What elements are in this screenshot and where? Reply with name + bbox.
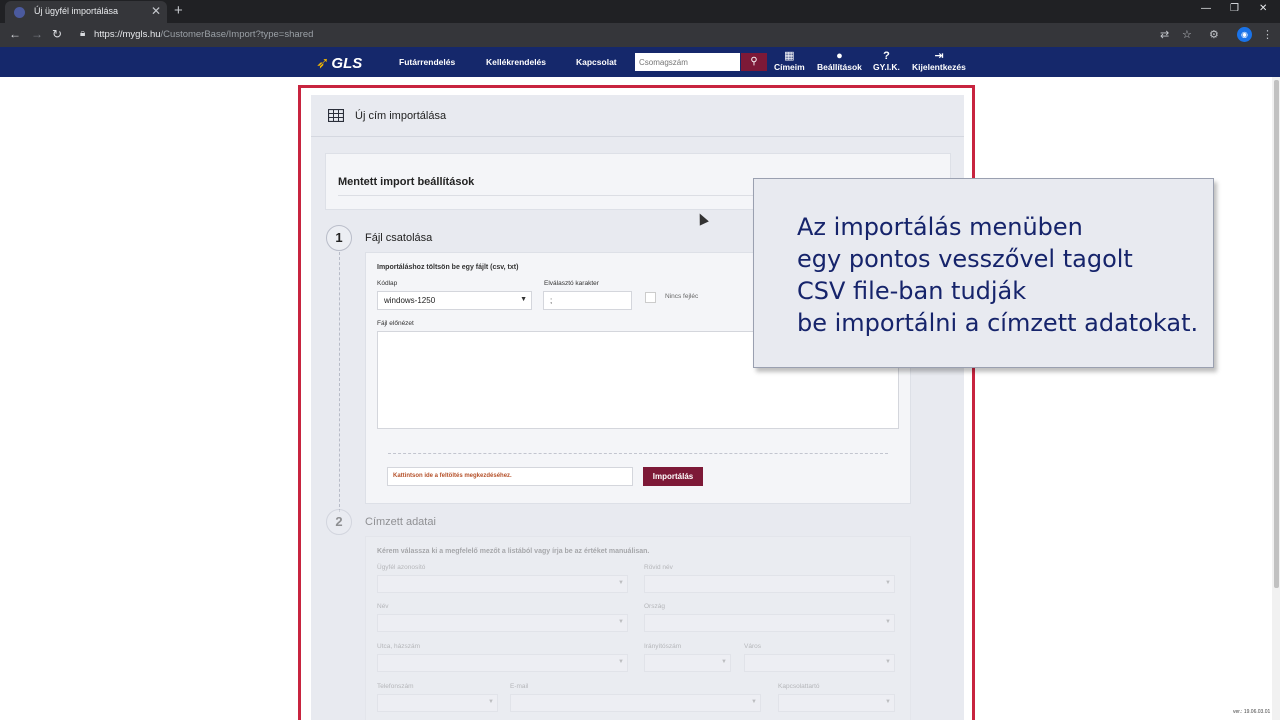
callout-line-2: egy pontos vesszővel tagolt (797, 245, 1133, 273)
url-path: /CustomerBase/Import?type=shared (160, 29, 314, 40)
logo-swoosh-icon: ➶ (316, 55, 330, 72)
nav-addresses[interactable]: ▦ Címeim (774, 50, 805, 72)
site-navbar: ➶ GLS Futárrendelés Kellékrendelés Kapcso… (0, 47, 1280, 77)
nav-link-supplies-order[interactable]: Kellékrendelés (486, 57, 546, 67)
parcel-search-input[interactable] (635, 53, 740, 71)
nav-faq-label: GY.I.K. (873, 62, 900, 72)
extension-icon[interactable]: ⚙ (1209, 28, 1219, 41)
nav-addresses-label: Címeim (774, 62, 805, 72)
scrollbar-thumb[interactable] (1274, 80, 1279, 588)
translate-icon[interactable]: ⇄ (1160, 28, 1169, 41)
nav-link-contact[interactable]: Kapcsolat (576, 57, 617, 67)
minimize-button[interactable]: — (1201, 3, 1211, 14)
url-text: https://mygls.hu/CustomerBase/Import?typ… (94, 29, 313, 40)
callout-line-3: CSV file-ban tudják (797, 277, 1027, 305)
back-icon[interactable]: ← (9, 27, 21, 41)
nav-link-courier-order[interactable]: Futárrendelés (399, 57, 455, 67)
tutorial-callout: Az importálás menüben egy pontos vesszőv… (753, 178, 1214, 368)
browser-toolbar: ← → ↻ 🔒︎ https://mygls.hu/CustomerBase/I… (0, 23, 1280, 47)
url-host: https://mygls.hu (94, 29, 161, 40)
tab-close-icon[interactable]: ✕ (151, 4, 161, 18)
new-tab-button[interactable]: + (174, 2, 183, 19)
logout-icon: ⇥ (934, 50, 944, 62)
version-text: ver.: 19.06.03.01 (1233, 709, 1271, 715)
callout-line-4: be importálni a címzett adatokat. (797, 309, 1199, 337)
table-icon: ▦ (784, 50, 795, 62)
forward-icon[interactable]: → (31, 27, 43, 41)
user-icon: ● (836, 50, 843, 62)
search-icon: ⚲ (750, 56, 758, 67)
maximize-button[interactable]: ❐ (1230, 3, 1239, 14)
address-bar[interactable]: 🔒︎ https://mygls.hu/CustomerBase/Import?… (72, 25, 1176, 45)
nav-faq[interactable]: ? GY.I.K. (873, 50, 900, 72)
reload-icon[interactable]: ↻ (52, 27, 62, 41)
nav-logout-label: Kijelentkezés (912, 62, 966, 72)
menu-kebab-icon[interactable]: ⋮ (1262, 28, 1273, 41)
bookmark-star-icon[interactable]: ☆ (1182, 28, 1192, 41)
search-button[interactable]: ⚲ (741, 53, 767, 71)
nav-settings-label: Beállítások (817, 62, 862, 72)
callout-line-1: Az importálás menüben (797, 213, 1083, 241)
browser-tab-bar: Új ügyfél importálása ✕ + — ❐ ✕ (0, 0, 1280, 23)
nav-logout[interactable]: ⇥ Kijelentkezés (912, 50, 966, 72)
logo-text: GLS (331, 55, 363, 72)
gls-logo[interactable]: ➶ GLS (316, 53, 362, 73)
question-icon: ? (883, 50, 890, 62)
favicon-icon (14, 7, 25, 18)
browser-tab[interactable]: Új ügyfél importálása ✕ (5, 1, 167, 23)
nav-settings[interactable]: ● Beállítások (817, 50, 862, 72)
lock-icon: 🔒︎ (80, 28, 86, 39)
profile-avatar-icon[interactable]: ◉ (1237, 27, 1252, 42)
tab-title: Új ügyfél importálása (34, 6, 119, 16)
close-window-button[interactable]: ✕ (1259, 3, 1267, 14)
